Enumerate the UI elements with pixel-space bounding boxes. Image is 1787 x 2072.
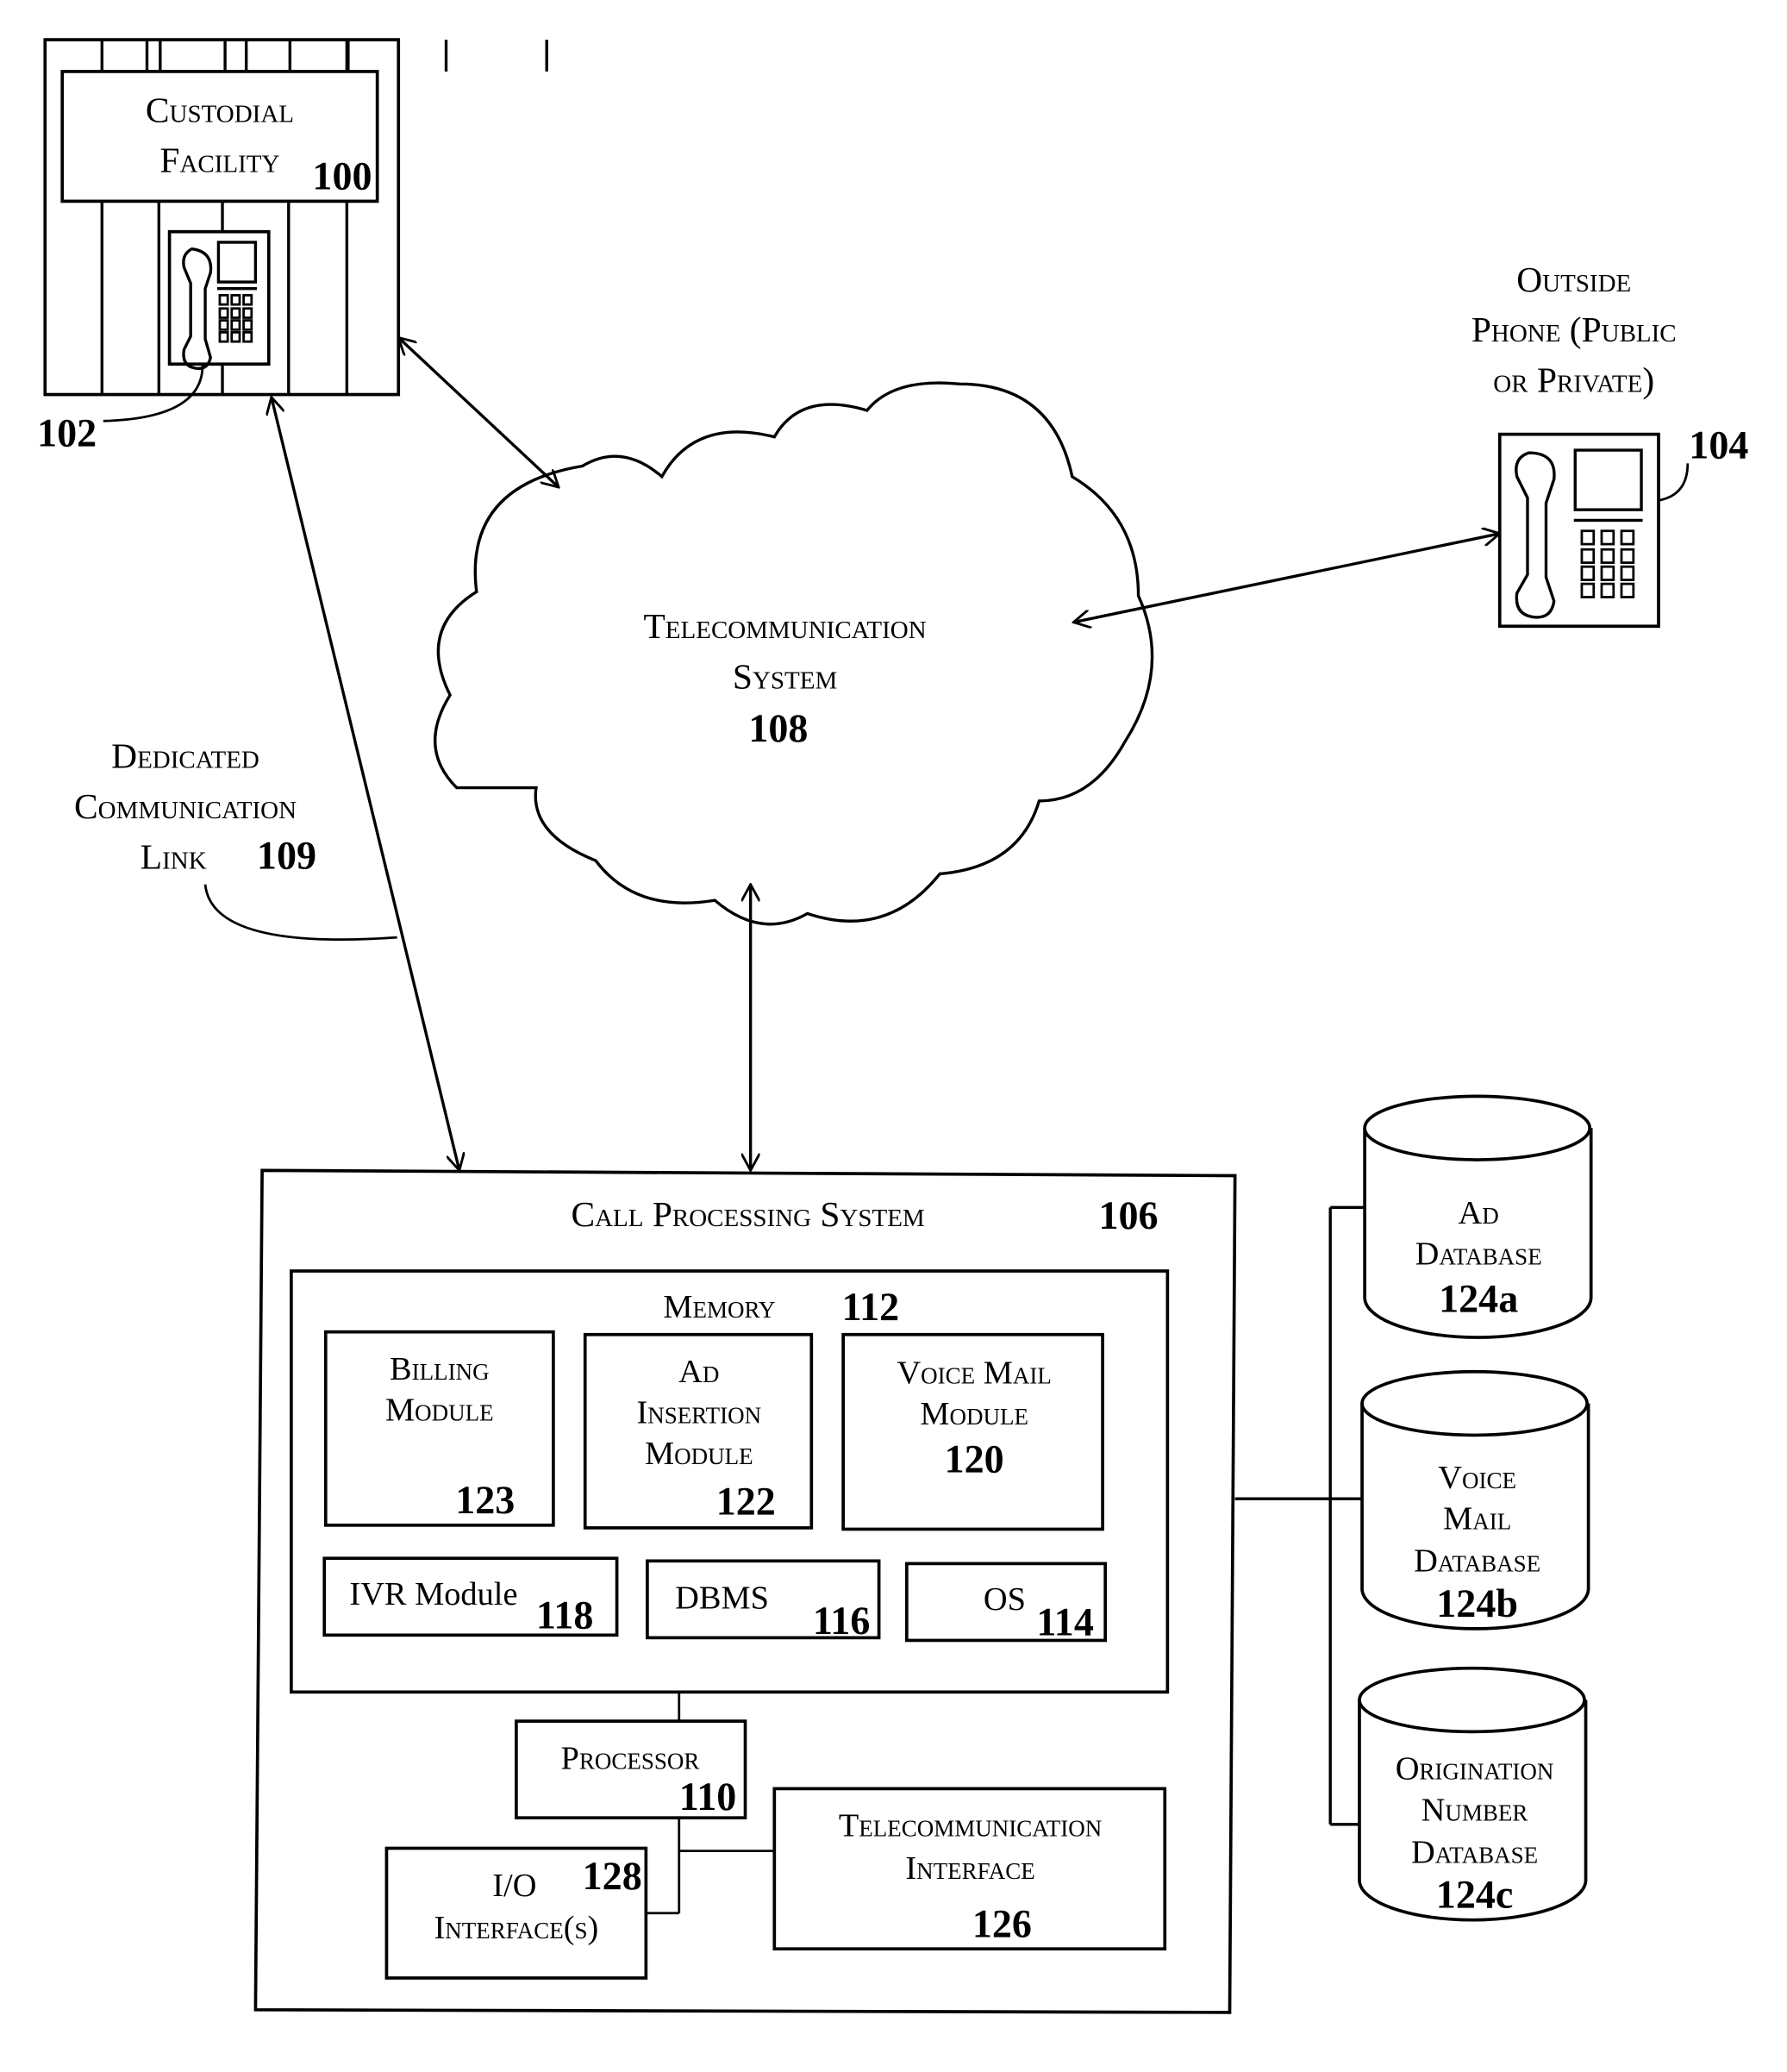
processor: Processor 110 — [515, 1719, 747, 1820]
billing-module-line2: Module — [385, 1393, 494, 1429]
ad-insertion-module-line1: Ad — [678, 1354, 719, 1390]
voice-mail-database-line3: Database — [1414, 1543, 1540, 1580]
outside-phone-ref: 104 — [1689, 423, 1748, 466]
telecom-ref: 108 — [748, 706, 808, 750]
processor-ref: 110 — [679, 1775, 737, 1818]
facility-label-line2: Facility — [159, 141, 279, 180]
io-interface-line1: I/O — [492, 1868, 536, 1904]
io-interface-ref: 128 — [583, 1854, 642, 1898]
facility-label-line1: Custodial — [146, 90, 294, 129]
billing-module-ref: 123 — [455, 1478, 515, 1522]
billing-module: Billing Module 123 — [323, 1330, 555, 1527]
outside-phone-label-line2: Phone (Public — [1471, 310, 1677, 350]
ivr-module-ref: 118 — [536, 1593, 594, 1637]
telecom-label-line2: System — [733, 656, 837, 696]
dbms-ref: 116 — [813, 1599, 871, 1643]
facility-ref: 100 — [312, 154, 372, 198]
dedicated-link-label-line1: Dedicated — [111, 736, 259, 776]
origination-number-database-line3: Database — [1411, 1834, 1538, 1870]
billing-module-line1: Billing — [390, 1351, 490, 1387]
call-processing-ref: 106 — [1098, 1193, 1158, 1237]
ivr-module-label: IVR Module — [349, 1576, 517, 1612]
outside-phone-label-line1: Outside — [1516, 260, 1631, 299]
telecom-interface: Telecommunication Interface 126 — [772, 1787, 1167, 1951]
voice-mail-database-line2: Mail — [1443, 1500, 1511, 1537]
ad-insertion-module-ref: 122 — [716, 1480, 776, 1524]
origination-number-database-line1: Origination — [1396, 1751, 1554, 1787]
outside-phone-icon — [1497, 432, 1660, 629]
voice-mail-module: Voice Mail Module 120 — [841, 1332, 1104, 1531]
dedicated-link-label-line2: Communication — [74, 786, 297, 826]
voice-mail-module-ref: 120 — [945, 1437, 1004, 1480]
outside-phone-label-line3: or Private) — [1493, 360, 1654, 400]
system-diagram: Custodial Facility 100 102 Outside Phone… — [37, 38, 1748, 2014]
dedicated-link-ref: 109 — [257, 833, 316, 877]
origination-number-database-line2: Number — [1421, 1792, 1528, 1828]
memory-ref: 112 — [842, 1285, 900, 1329]
dedicated-link-label-line3: Link — [141, 836, 207, 876]
call-processing-title: Call Processing System — [571, 1194, 924, 1234]
io-interface-line2: Interface(s) — [434, 1910, 598, 1946]
telecom-interface-line1: Telecommunication — [839, 1808, 1102, 1844]
voice-mail-module-line1: Voice Mail — [897, 1355, 1051, 1392]
dbms-label: DBMS — [675, 1581, 769, 1617]
voice-mail-module-line2: Module — [920, 1396, 1028, 1432]
ivr-module: IVR Module 118 — [322, 1556, 619, 1637]
phone-104-leader — [1658, 463, 1690, 502]
cloud-shape — [434, 381, 1154, 926]
ad-insertion-module-line3: Module — [645, 1436, 753, 1472]
os: OS 114 — [905, 1562, 1108, 1643]
dbms: DBMS 116 — [646, 1559, 881, 1643]
outside-phone: Outside Phone (Public or Private) 104 — [1471, 260, 1748, 629]
ad-database-ref: 124a — [1439, 1277, 1518, 1321]
database-bus — [1234, 1205, 1364, 1826]
telecom-label-line1: Telecommunication — [643, 606, 926, 646]
dedicated-communication-link — [272, 397, 459, 1171]
origination-number-database: Origination Number Database 124c — [1358, 1666, 1588, 1922]
voice-mail-database-line1: Voice — [1438, 1460, 1516, 1496]
custodial-facility: Custodial Facility 100 102 — [37, 38, 548, 454]
inmate-phone-ref: 102 — [37, 410, 97, 454]
ad-database-line1: Ad — [1459, 1195, 1499, 1231]
os-ref: 114 — [1036, 1599, 1094, 1643]
ad-database-line2: Database — [1415, 1236, 1542, 1272]
telecom-cloud: Telecommunication System 108 — [434, 381, 1154, 926]
facility-to-telecom-link — [398, 338, 559, 488]
telecom-interface-ref: 126 — [972, 1901, 1032, 1945]
voice-mail-database-ref: 124b — [1436, 1581, 1518, 1625]
os-label: OS — [984, 1581, 1026, 1618]
memory-title: Memory — [663, 1289, 775, 1325]
ad-insertion-module: Ad Insertion Module 122 — [583, 1332, 814, 1530]
origination-number-database-ref: 124c — [1436, 1873, 1514, 1917]
dedicated-link-label: Dedicated Communication Link 109 — [74, 736, 397, 942]
memory: Memory 112 Billing Module 123 Ad Inserti… — [290, 1269, 1170, 1694]
telecom-interface-line2: Interface — [905, 1850, 1034, 1887]
inmate-phone-icon — [167, 229, 271, 371]
call-processing-system: Call Processing System 106 Memory 112 Bi… — [253, 1168, 1237, 2014]
ad-database: Ad Database 124a — [1363, 1094, 1593, 1339]
processor-label: Processor — [560, 1740, 699, 1776]
voice-mail-database: Voice Mail Database 124b — [1360, 1369, 1590, 1631]
link-109-leader — [203, 884, 397, 942]
ad-insertion-module-line2: Insertion — [636, 1395, 761, 1431]
io-interface: I/O 128 Interface(s) — [384, 1846, 648, 1980]
